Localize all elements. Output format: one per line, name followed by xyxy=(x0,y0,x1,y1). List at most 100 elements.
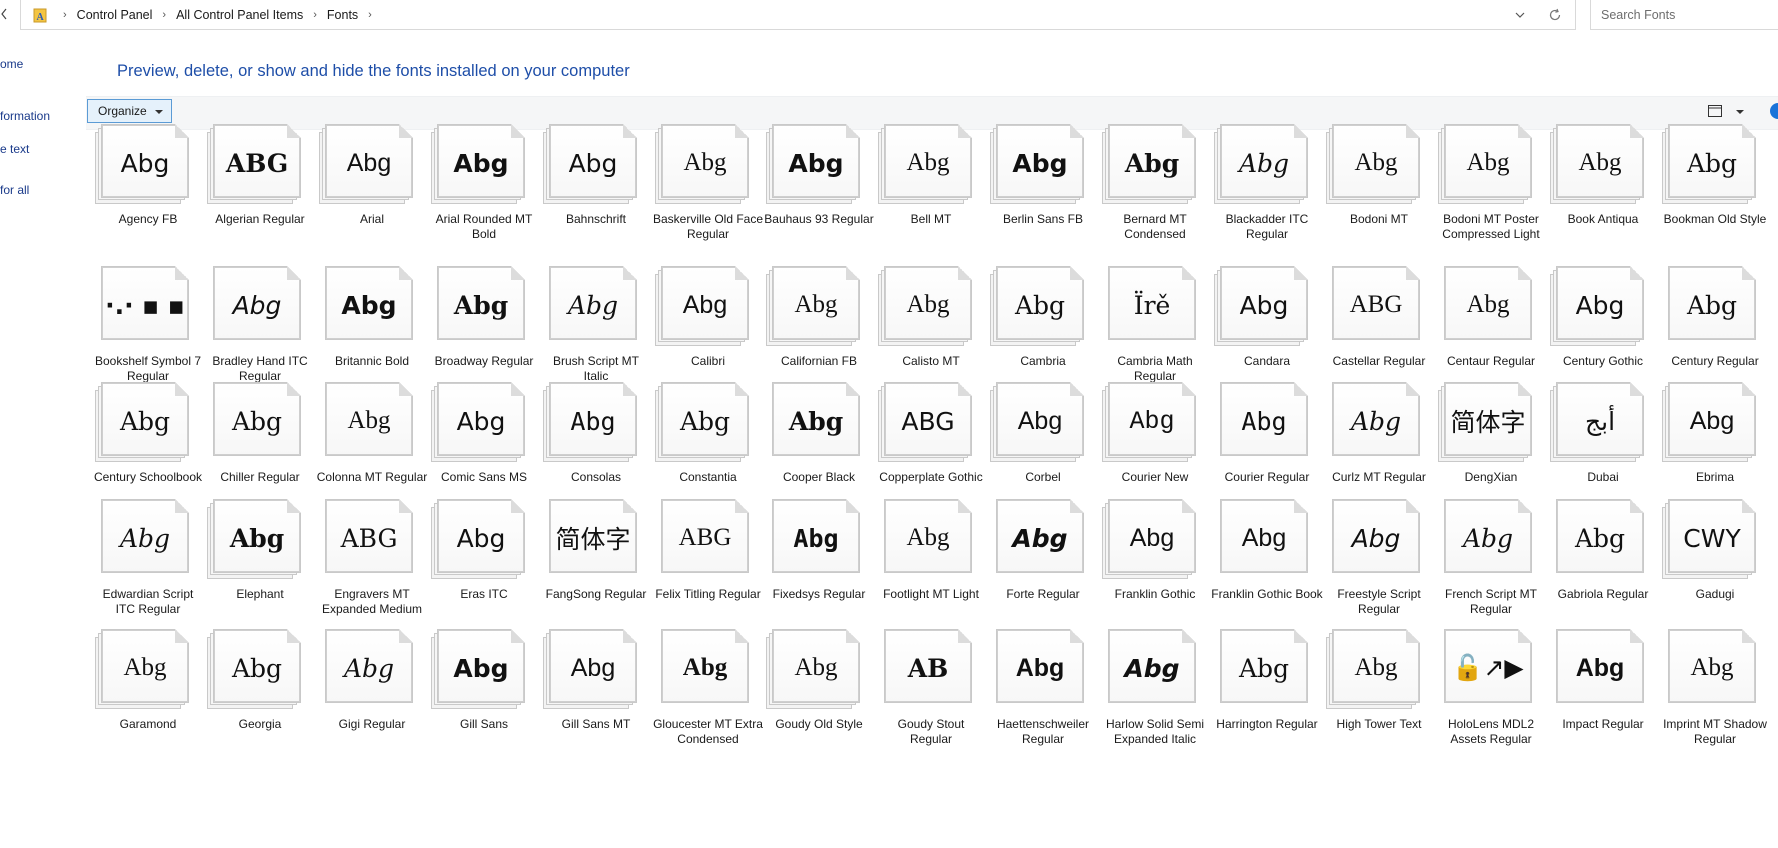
font-sample: Abg xyxy=(788,406,844,436)
font-name: Britannic Bold xyxy=(334,354,410,368)
font-name: Dubai xyxy=(1587,470,1619,484)
refresh-icon[interactable] xyxy=(1547,7,1563,23)
font-sample: Abg xyxy=(1012,148,1068,178)
font-file-icon: Ïrě xyxy=(1102,266,1196,346)
font-file-icon: Abg xyxy=(878,266,972,346)
font-file-icon: Abg xyxy=(1214,499,1308,579)
font-grid: Abg Agency FB ABG Algerian Regular Abg Arial A… xyxy=(94,124,1778,848)
font-file-icon: Abg xyxy=(1438,124,1532,204)
font-name: Chiller Regular xyxy=(220,470,300,484)
font-name: Calisto MT xyxy=(902,354,960,368)
font-file-icon: 简体字 xyxy=(1438,382,1532,462)
font-name: Cambria xyxy=(1020,354,1066,368)
breadcrumb-control-panel[interactable]: Control Panel xyxy=(77,8,153,22)
font-file-icon: Abg xyxy=(1550,266,1644,346)
breadcrumb-all-items[interactable]: All Control Panel Items xyxy=(176,8,303,22)
font-file-icon: Abg xyxy=(431,382,525,462)
font-file-icon: Abg xyxy=(543,382,637,462)
font-name: Engravers MT Expanded Medium xyxy=(321,587,423,616)
back-chevron-icon[interactable] xyxy=(0,6,8,22)
breadcrumb: › Control Panel › All Control Panel Item… xyxy=(53,0,382,30)
font-sample: ABG xyxy=(901,406,955,436)
font-file-icon: Abg xyxy=(1214,382,1308,462)
font-file-icon: Abg xyxy=(319,124,413,204)
font-file-icon: Abg xyxy=(1662,124,1756,204)
left-nav-link-all[interactable]: for all xyxy=(0,183,29,197)
font-sample: Abg xyxy=(1466,149,1510,176)
font-sample: Abg xyxy=(794,291,838,318)
font-sample: Abg xyxy=(453,148,509,178)
font-file-icon: Abg xyxy=(766,629,860,709)
font-name: Georgia xyxy=(238,717,282,731)
font-name: Baskerville Old Face Regular xyxy=(652,212,764,241)
font-name: Bell MT xyxy=(910,212,952,226)
font-sample: Abg xyxy=(906,291,950,318)
font-name: Footlight MT Light xyxy=(883,587,979,601)
font-file-icon: Abg xyxy=(1326,629,1420,709)
font-file-icon: Abg xyxy=(1326,382,1420,462)
font-file-icon: Abg xyxy=(543,629,637,709)
font-sample: Abg xyxy=(567,290,619,320)
font-file-icon: Abg xyxy=(1102,629,1196,709)
search-box[interactable] xyxy=(1590,0,1778,30)
font-sample: Abg xyxy=(1575,653,1625,682)
font-sample: Abg xyxy=(1574,523,1626,553)
font-file-icon: Abg xyxy=(207,382,301,462)
font-file-icon: Abg xyxy=(95,124,189,204)
font-sample: Abg xyxy=(231,406,283,436)
font-name: Colonna MT Regular xyxy=(316,470,428,484)
font-name: Arial Rounded MT Bold xyxy=(435,212,533,241)
font-file-icon: Abg xyxy=(431,499,525,579)
help-icon[interactable] xyxy=(1770,103,1778,119)
font-file-icon: Abg xyxy=(1214,629,1308,709)
font-name: Haettenschweiler Regular xyxy=(996,717,1090,746)
font-name: Elephant xyxy=(236,587,284,601)
font-name: Candara xyxy=(1243,354,1291,368)
font-file-icon: ·.· ▪ ▪ xyxy=(95,266,189,346)
font-sample: Abg xyxy=(347,407,391,434)
left-nav-link-text[interactable]: e text xyxy=(0,142,29,156)
font-name: Gloucester MT Extra Condensed xyxy=(653,717,763,746)
font-name: Franklin Gothic Book xyxy=(1211,587,1323,601)
font-name: FangSong Regular xyxy=(545,587,647,601)
font-file-icon: Abg xyxy=(543,266,637,346)
view-dropdown-icon[interactable] xyxy=(1736,110,1744,114)
font-file-icon: Abg xyxy=(766,382,860,462)
font-file-icon: Abg xyxy=(1550,629,1644,709)
font-file-icon: Abg xyxy=(878,499,972,579)
breadcrumb-separator[interactable]: › xyxy=(368,9,372,21)
left-nav-link-home[interactable]: ome xyxy=(0,57,23,71)
search-input[interactable] xyxy=(1599,0,1773,30)
font-sample: Abg xyxy=(682,290,728,319)
font-sample: Abg xyxy=(1690,654,1734,681)
page-title: Preview, delete, or show and hide the fo… xyxy=(117,62,630,80)
font-name: Book Antiqua xyxy=(1567,212,1639,226)
font-file-icon: Abg xyxy=(1662,266,1756,346)
font-sample: Abg xyxy=(679,406,731,436)
chevron-down-icon[interactable] xyxy=(1513,8,1527,22)
breadcrumb-separator: › xyxy=(63,9,67,21)
font-name: Harlow Solid Semi Expanded Italic xyxy=(1105,717,1205,746)
left-nav-link-information[interactable]: formation xyxy=(0,109,50,123)
font-file-icon: Abg xyxy=(319,382,413,462)
font-name: Comic Sans MS xyxy=(440,470,528,484)
font-sample: 🔓↗▶ xyxy=(1452,653,1524,682)
font-file-icon: Abg xyxy=(207,499,301,579)
font-name: Ebrima xyxy=(1695,470,1734,484)
breadcrumb-fonts[interactable]: Fonts xyxy=(327,8,358,22)
font-file-icon: Abg xyxy=(990,629,1084,709)
view-mode-icon[interactable] xyxy=(1708,105,1722,117)
font-name: Bookman Old Style xyxy=(1663,212,1767,226)
font-sample: Abg xyxy=(1238,148,1290,178)
font-sample: ABG xyxy=(1349,291,1403,318)
font-file-icon: Abg xyxy=(655,382,749,462)
organize-button[interactable]: Organize xyxy=(87,99,172,123)
font-sample: Abg xyxy=(683,149,727,176)
font-sample: Abg xyxy=(1686,148,1738,178)
address-bar[interactable]: A › Control Panel › All Control Panel It… xyxy=(20,0,1576,30)
font-sample: Abg xyxy=(570,653,616,682)
font-file-icon: ABG xyxy=(207,124,301,204)
font-sample: Abg xyxy=(570,406,616,436)
font-file-icon: Abg xyxy=(766,266,860,346)
font-file-icon: Abg xyxy=(1438,266,1532,346)
